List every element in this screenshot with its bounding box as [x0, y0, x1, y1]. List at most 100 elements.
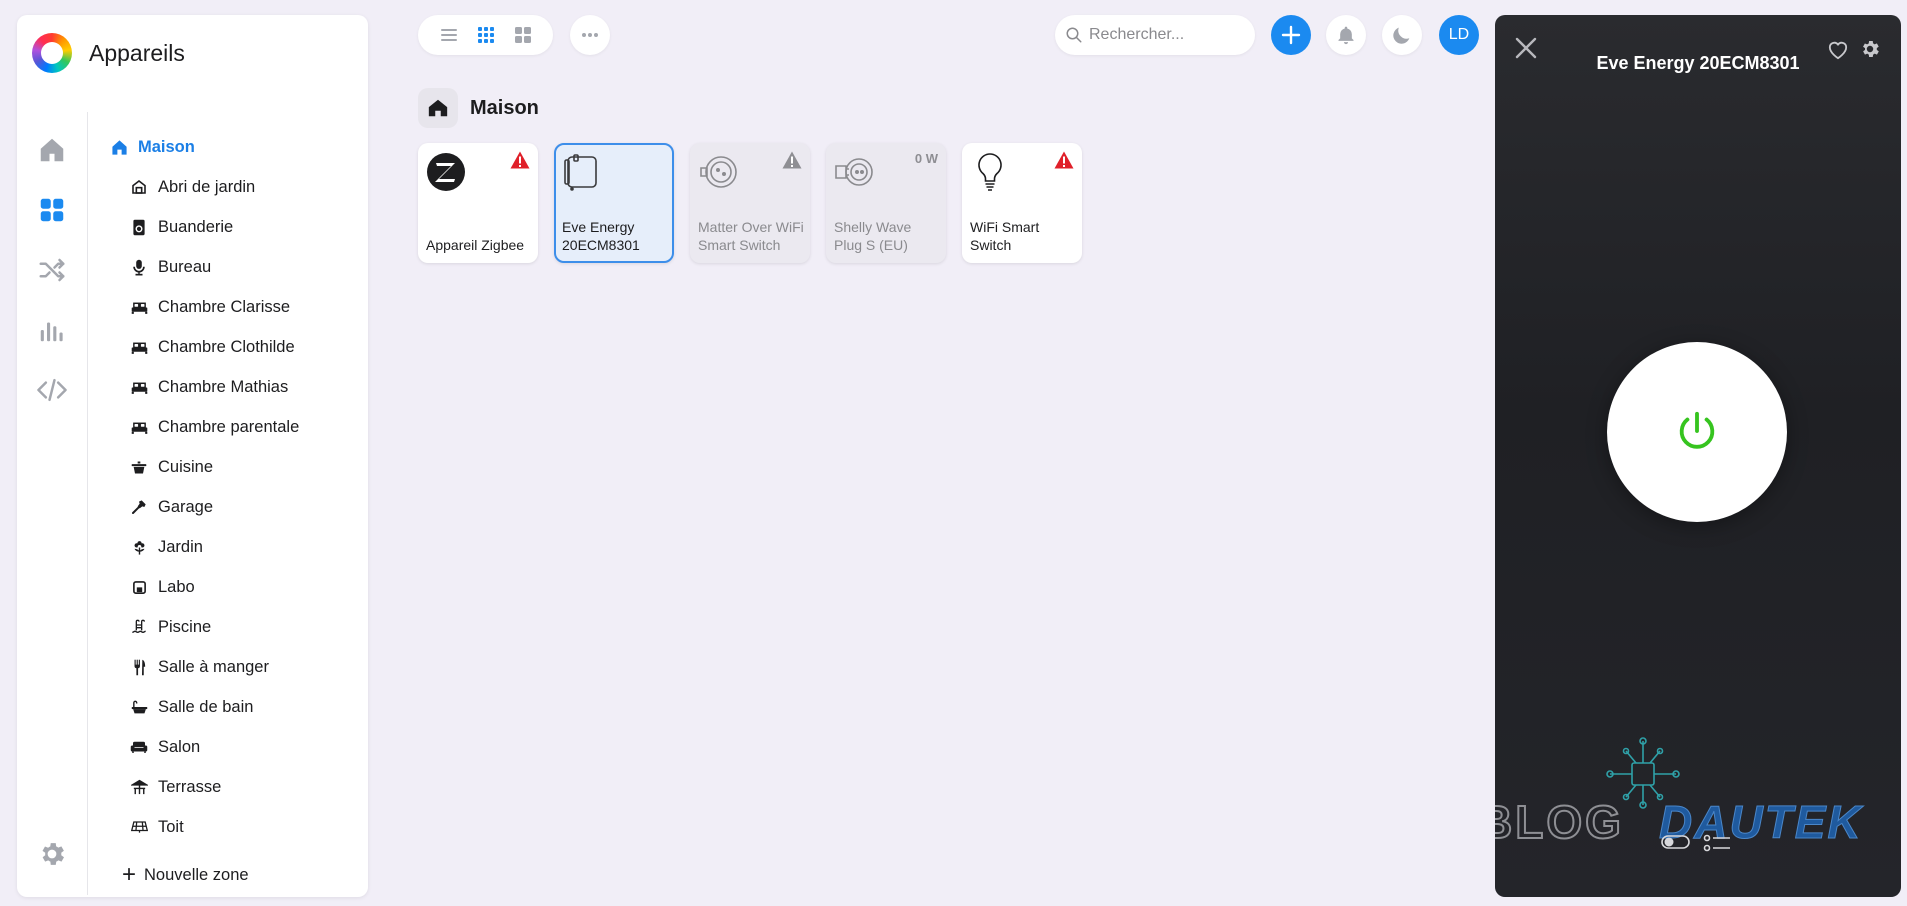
- zone-label: Chambre Mathias: [158, 377, 289, 396]
- app-header: Appareils: [32, 33, 185, 73]
- zone-item-jardin[interactable]: Jardin: [109, 527, 359, 567]
- bed-icon: [129, 418, 149, 436]
- device-tile-wifi-smart-switch[interactable]: WiFi Smart Switch: [962, 143, 1082, 263]
- zone-item-salle-de-bain[interactable]: Salle de bain: [109, 687, 359, 727]
- heart-icon: [1828, 41, 1848, 60]
- zone-label: Jardin: [158, 537, 203, 556]
- settings-button[interactable]: [35, 837, 69, 871]
- user-avatar-button[interactable]: LD: [1439, 15, 1479, 55]
- favorite-button[interactable]: [1825, 37, 1851, 63]
- device-detail-panel: Eve Energy 20ECM8301 BLOG DAUTEK: [1495, 15, 1901, 897]
- device-tile-appareil-zigbee[interactable]: Appareil Zigbee: [418, 143, 538, 263]
- patio-icon: [129, 778, 149, 796]
- search-input[interactable]: [1089, 26, 1249, 44]
- device-settings-button[interactable]: [1857, 36, 1883, 62]
- section-header: Maison: [418, 88, 539, 128]
- zone-label: Salle à manger: [158, 657, 269, 676]
- zone-item-labo[interactable]: Labo: [109, 567, 359, 607]
- device-name: Appareil Zigbee: [426, 237, 525, 253]
- bed-icon: [129, 338, 149, 356]
- zone-label: Labo: [158, 577, 195, 596]
- device-tile-matter-smart-switch[interactable]: Matter Over WiFi Smart Switch: [690, 143, 810, 263]
- power-reading: 0 W: [914, 151, 938, 166]
- nav-automations-button[interactable]: [35, 253, 69, 287]
- large-grid-icon: [514, 27, 531, 43]
- zone-item-terrasse[interactable]: Terrasse: [109, 767, 359, 807]
- sofa-icon: [129, 738, 149, 756]
- zone-item-chambre-mathias[interactable]: Chambre Mathias: [109, 367, 359, 407]
- zone-item-abri-de-jardin[interactable]: Abri de jardin: [109, 167, 359, 207]
- device-name: Eve Energy 20ECM8301: [562, 219, 640, 253]
- list-details-icon: [1703, 834, 1730, 852]
- section-title: Maison: [470, 96, 539, 119]
- power-icon: [1679, 411, 1715, 449]
- power-toggle-button[interactable]: [1607, 342, 1787, 522]
- search-icon: [1066, 27, 1082, 43]
- zone-item-cuisine[interactable]: Cuisine: [109, 447, 359, 487]
- zone-label: Cuisine: [158, 457, 214, 476]
- large-grid-view-button[interactable]: [512, 24, 534, 46]
- home-icon: [40, 138, 64, 162]
- flower-icon: [129, 538, 149, 556]
- warning-icon: [782, 151, 802, 169]
- zone-item-salle-a-manger[interactable]: Salle à manger: [109, 647, 359, 687]
- device-name: WiFi Smart Switch: [970, 219, 1040, 253]
- pot-icon: [129, 458, 149, 476]
- list-view-icon: [440, 29, 457, 41]
- bell-icon: [1338, 26, 1354, 45]
- nav-developer-button[interactable]: [35, 373, 69, 407]
- toggle-view-button[interactable]: [1661, 833, 1693, 853]
- zone-item-chambre-clothilde[interactable]: Chambre Clothilde: [109, 327, 359, 367]
- view-mode-toggle: [418, 15, 553, 55]
- light-bulb-icon: [969, 151, 1011, 193]
- nav-devices-button[interactable]: [35, 193, 69, 227]
- nav-statistics-button[interactable]: [35, 313, 69, 347]
- zone-label: Terrasse: [158, 777, 222, 796]
- statistics-chart-icon: [40, 322, 63, 342]
- zone-item-chambre-clarisse[interactable]: Chambre Clarisse: [109, 287, 359, 327]
- device-tile-shelly-wave-plug[interactable]: 0 W Shelly Wave Plug S (EU): [826, 143, 946, 263]
- zone-item-buanderie[interactable]: Buanderie: [109, 207, 359, 247]
- zone-item-toit[interactable]: Toit: [109, 807, 359, 847]
- new-zone-button[interactable]: + Nouvelle zone: [122, 863, 249, 887]
- zone-item-chambre-parentale[interactable]: Chambre parentale: [109, 407, 359, 447]
- notifications-button[interactable]: [1326, 15, 1366, 55]
- smart-plug-icon: [697, 151, 739, 193]
- device-tile-eve-energy[interactable]: Eve Energy 20ECM8301: [554, 143, 674, 263]
- warning-icon: [1054, 151, 1074, 169]
- washing-machine-icon: [129, 218, 149, 236]
- compact-grid-view-button[interactable]: [475, 24, 497, 46]
- rail-divider: [87, 112, 88, 895]
- gear-icon: [42, 843, 64, 865]
- compact-grid-icon: [477, 27, 494, 43]
- list-view-button[interactable]: [438, 24, 460, 46]
- zone-item-piscine[interactable]: Piscine: [109, 607, 359, 647]
- nav-home-button[interactable]: [35, 133, 69, 167]
- hammer-icon: [129, 498, 149, 516]
- zone-item-garage[interactable]: Garage: [109, 487, 359, 527]
- zone-item-maison[interactable]: Maison: [109, 127, 359, 167]
- dark-mode-button[interactable]: [1382, 15, 1422, 55]
- app-logo-icon: [32, 33, 72, 73]
- app-title: Appareils: [89, 39, 185, 66]
- zone-label: Chambre parentale: [158, 417, 300, 436]
- bed-icon: [129, 378, 149, 396]
- details-list-button[interactable]: [1703, 833, 1735, 853]
- zone-item-salon[interactable]: Salon: [109, 727, 359, 767]
- zone-item-bureau[interactable]: Bureau: [109, 247, 359, 287]
- bed-icon: [129, 298, 149, 316]
- zone-label: Garage: [158, 497, 214, 516]
- warning-icon: [510, 151, 530, 169]
- add-button[interactable]: [1271, 15, 1311, 55]
- zone-label: Piscine: [158, 617, 212, 636]
- zone-label: Chambre Clarisse: [158, 297, 291, 316]
- gear-icon: [1863, 41, 1879, 57]
- zone-label: Abri de jardin: [158, 177, 256, 196]
- developer-code-icon: [37, 378, 67, 402]
- zone-label: Bureau: [158, 257, 212, 276]
- bathtub-icon: [129, 698, 149, 716]
- zone-label: Salon: [158, 737, 201, 756]
- device-name: Shelly Wave Plug S (EU): [834, 219, 912, 253]
- device-name: Matter Over WiFi Smart Switch: [698, 219, 804, 253]
- more-options-button[interactable]: [570, 15, 610, 55]
